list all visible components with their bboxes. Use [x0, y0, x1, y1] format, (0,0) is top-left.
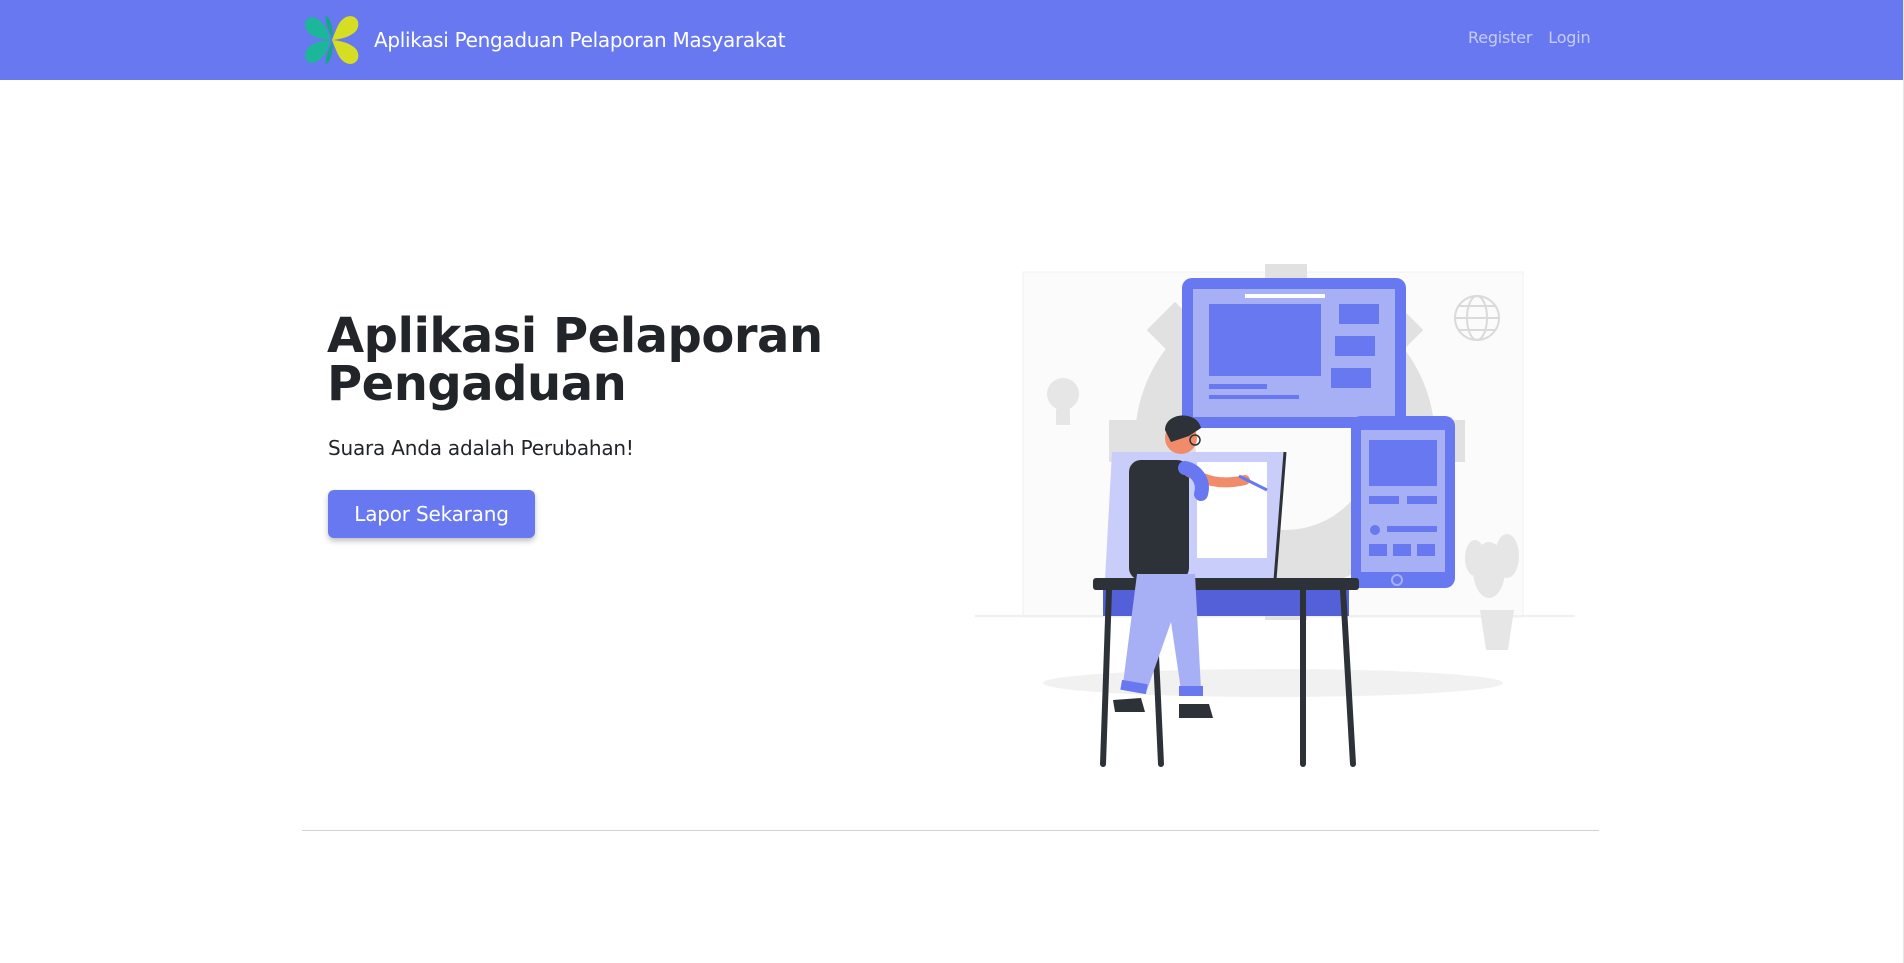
- brand-link[interactable]: Aplikasi Pengaduan Pelaporan Masyarakat: [302, 11, 786, 69]
- login-link[interactable]: Login: [1548, 28, 1590, 47]
- hero-section: Aplikasi Pelaporan Pengaduan Suara Anda …: [0, 80, 1904, 830]
- brand-title: Aplikasi Pengaduan Pelaporan Masyarakat: [374, 28, 786, 52]
- kemenkes-logo-icon: [305, 15, 359, 65]
- designer-at-desk-illustration: [975, 264, 1575, 767]
- hero-title: Aplikasi Pelaporan Pengaduan: [327, 308, 823, 412]
- nav-links: Register Login: [1468, 28, 1591, 47]
- footer-divider: [302, 830, 1599, 831]
- navbar: Aplikasi Pengaduan Pelaporan Masyarakat …: [0, 0, 1904, 80]
- hero-subtitle: Suara Anda adalah Perubahan!: [328, 436, 634, 460]
- register-link[interactable]: Register: [1468, 28, 1532, 47]
- lapor-sekarang-button[interactable]: Lapor Sekarang: [328, 490, 535, 538]
